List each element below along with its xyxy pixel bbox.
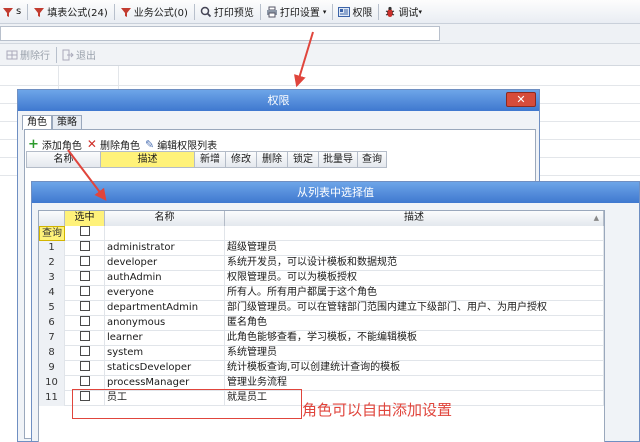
highlight-box [72,389,302,419]
annotation-arrows [67,31,314,201]
arrow-to-permissions [294,31,314,88]
annotation-text: 角色可以自由添加设置 [302,401,453,419]
arrow-to-picker [67,149,107,201]
